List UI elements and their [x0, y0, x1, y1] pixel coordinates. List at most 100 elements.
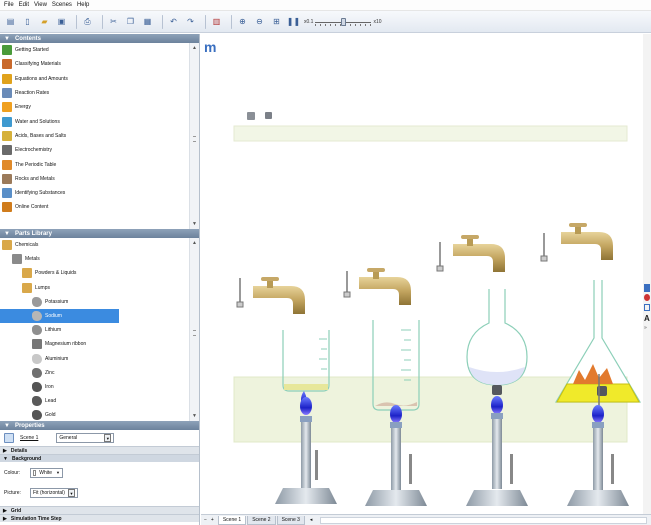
- sodium-lump[interactable]: [492, 385, 502, 395]
- print-icon[interactable]: ⎙: [81, 15, 94, 28]
- properties-scene-row: Scene 1 General ▼: [0, 430, 199, 446]
- contents-item[interactable]: Rocks and Metals: [0, 172, 199, 186]
- sim-time-step-section[interactable]: ▶ Simulation Time Step: [0, 514, 199, 522]
- tree-item[interactable]: Lumps: [0, 281, 199, 295]
- properties-title: Properties: [14, 422, 45, 429]
- menu-view[interactable]: View: [34, 2, 47, 8]
- add-scene-button[interactable]: +: [211, 517, 214, 523]
- menu-edit[interactable]: Edit: [19, 2, 29, 8]
- tree-item[interactable]: Gold: [0, 408, 199, 421]
- small-widget-icon[interactable]: [247, 112, 255, 120]
- paste-icon[interactable]: ▦: [141, 15, 154, 28]
- contents-item[interactable]: Equations and Amounts: [0, 72, 199, 86]
- new-icon[interactable]: ▤: [4, 15, 17, 28]
- round-flask[interactable]: [466, 289, 528, 395]
- magnifier-icon: [2, 188, 12, 199]
- tree-item[interactable]: Iron: [0, 380, 199, 394]
- scene-canvas[interactable]: m: [201, 34, 643, 514]
- contents-item[interactable]: The Periodic Table: [0, 157, 199, 171]
- tab-scene-1[interactable]: Scene 1: [217, 515, 247, 525]
- contents-item-label: Energy: [15, 104, 31, 111]
- scroll-left-icon[interactable]: ◂: [310, 517, 313, 523]
- menu-help[interactable]: Help: [77, 2, 89, 8]
- pointer-icon[interactable]: [644, 284, 650, 292]
- tap-3[interactable]: [436, 235, 505, 272]
- tree-item[interactable]: Powders & Liquids: [0, 266, 199, 280]
- contents-item[interactable]: Acids, Bases and Salts: [0, 129, 199, 143]
- parts-library-title: Parts Library: [14, 230, 52, 237]
- contents-item[interactable]: Classifying Materials: [0, 57, 199, 71]
- document-icon[interactable]: ▯: [21, 15, 34, 28]
- tree-item[interactable]: Aluminium: [0, 352, 199, 366]
- undo-icon[interactable]: ↶: [167, 15, 180, 28]
- tap-2[interactable]: [343, 268, 411, 305]
- properties-header[interactable]: ▼ Properties: [0, 421, 199, 430]
- folder-icon: [22, 268, 32, 279]
- scroll-up-icon[interactable]: ▲: [192, 45, 197, 51]
- parts-library-header[interactable]: ▼ Parts Library: [0, 229, 199, 238]
- menu-scenes[interactable]: Scenes: [52, 2, 72, 8]
- mode-select[interactable]: General ▼: [56, 433, 115, 443]
- scroll-grip[interactable]: [193, 136, 196, 142]
- save-icon[interactable]: ▣: [55, 15, 68, 28]
- contents-item[interactable]: Energy: [0, 100, 199, 114]
- zoom-out-icon[interactable]: ⊖: [253, 15, 266, 28]
- conical-flask[interactable]: [554, 280, 642, 406]
- tree-item[interactable]: Potassium: [0, 295, 199, 309]
- contents-item[interactable]: Online Content: [0, 200, 199, 214]
- contents-item[interactable]: Water and Solutions: [0, 114, 199, 128]
- tap-1[interactable]: [236, 277, 305, 314]
- open-icon[interactable]: ▰: [38, 15, 51, 28]
- tree-item[interactable]: Metals: [0, 252, 199, 266]
- zoom-slider-thumb[interactable]: [341, 17, 347, 26]
- zoom-fit-icon[interactable]: ⊞: [270, 15, 283, 28]
- tree-item[interactable]: Magnesium ribbon: [0, 337, 199, 351]
- scroll-up-icon[interactable]: ▲: [192, 240, 197, 246]
- scene-link[interactable]: Scene 1: [20, 435, 38, 441]
- getting-started-icon: [2, 45, 12, 56]
- scroll-grip[interactable]: [193, 329, 196, 336]
- scroll-down-icon[interactable]: ▼: [192, 413, 197, 419]
- tab-scene-3[interactable]: Scene 3: [276, 515, 305, 525]
- picture-select[interactable]: Fit (horizontal) ▼: [30, 488, 78, 498]
- tree-item[interactable]: Lead: [0, 394, 199, 408]
- small-widget-icon[interactable]: [265, 112, 272, 119]
- contents-scrollbar[interactable]: ▲ ▼: [189, 43, 199, 229]
- contents-header[interactable]: ▼ Contents: [0, 34, 199, 43]
- tree-item[interactable]: Lithium: [0, 323, 199, 337]
- shape-icon[interactable]: [644, 304, 650, 311]
- tree-item-label: Lumps: [35, 284, 51, 291]
- tree-item[interactable]: Chemicals: [0, 238, 199, 252]
- tree-item[interactable]: Sodium: [0, 308, 119, 324]
- lump-icon: [32, 311, 42, 322]
- canvas-horizontal-scrollbar[interactable]: [320, 516, 647, 524]
- color-icon[interactable]: [644, 294, 650, 301]
- colour-select[interactable]: White ▼: [30, 467, 63, 478]
- pause-icon[interactable]: ❚❚: [287, 15, 300, 28]
- menu-file[interactable]: File: [4, 2, 14, 8]
- contents-item[interactable]: Reaction Rates: [0, 86, 199, 100]
- zoom-slider[interactable]: [315, 17, 372, 27]
- contents-item[interactable]: Electrochemistry: [0, 143, 199, 157]
- separator: [162, 14, 163, 29]
- details-section[interactable]: ▶ Details: [0, 446, 199, 454]
- tab-scene-2[interactable]: Scene 2: [247, 515, 276, 525]
- more-icon[interactable]: »: [644, 325, 647, 331]
- zoom-in-icon[interactable]: ⊕: [236, 15, 249, 28]
- contents-item[interactable]: Identifying Substances: [0, 186, 199, 200]
- background-section[interactable]: ▼ Background: [0, 454, 199, 462]
- contents-item[interactable]: Getting Started: [0, 43, 199, 57]
- redo-icon[interactable]: ↷: [184, 15, 197, 28]
- parts-scrollbar[interactable]: ▲ ▼: [189, 238, 199, 421]
- text-icon[interactable]: A: [644, 314, 650, 323]
- tree-item[interactable]: Zinc: [0, 366, 199, 380]
- tap-4[interactable]: [540, 223, 613, 262]
- graph-icon[interactable]: ▥: [210, 15, 223, 28]
- cut-icon[interactable]: ✂: [107, 15, 120, 28]
- zoom-max-label: x10: [373, 18, 382, 25]
- scroll-down-icon[interactable]: ▼: [192, 221, 197, 227]
- lump-icon: [32, 396, 42, 407]
- copy-icon[interactable]: ❐: [124, 15, 137, 28]
- grid-section[interactable]: ▶ Grid: [0, 506, 199, 514]
- remove-scene-button[interactable]: −: [204, 517, 207, 523]
